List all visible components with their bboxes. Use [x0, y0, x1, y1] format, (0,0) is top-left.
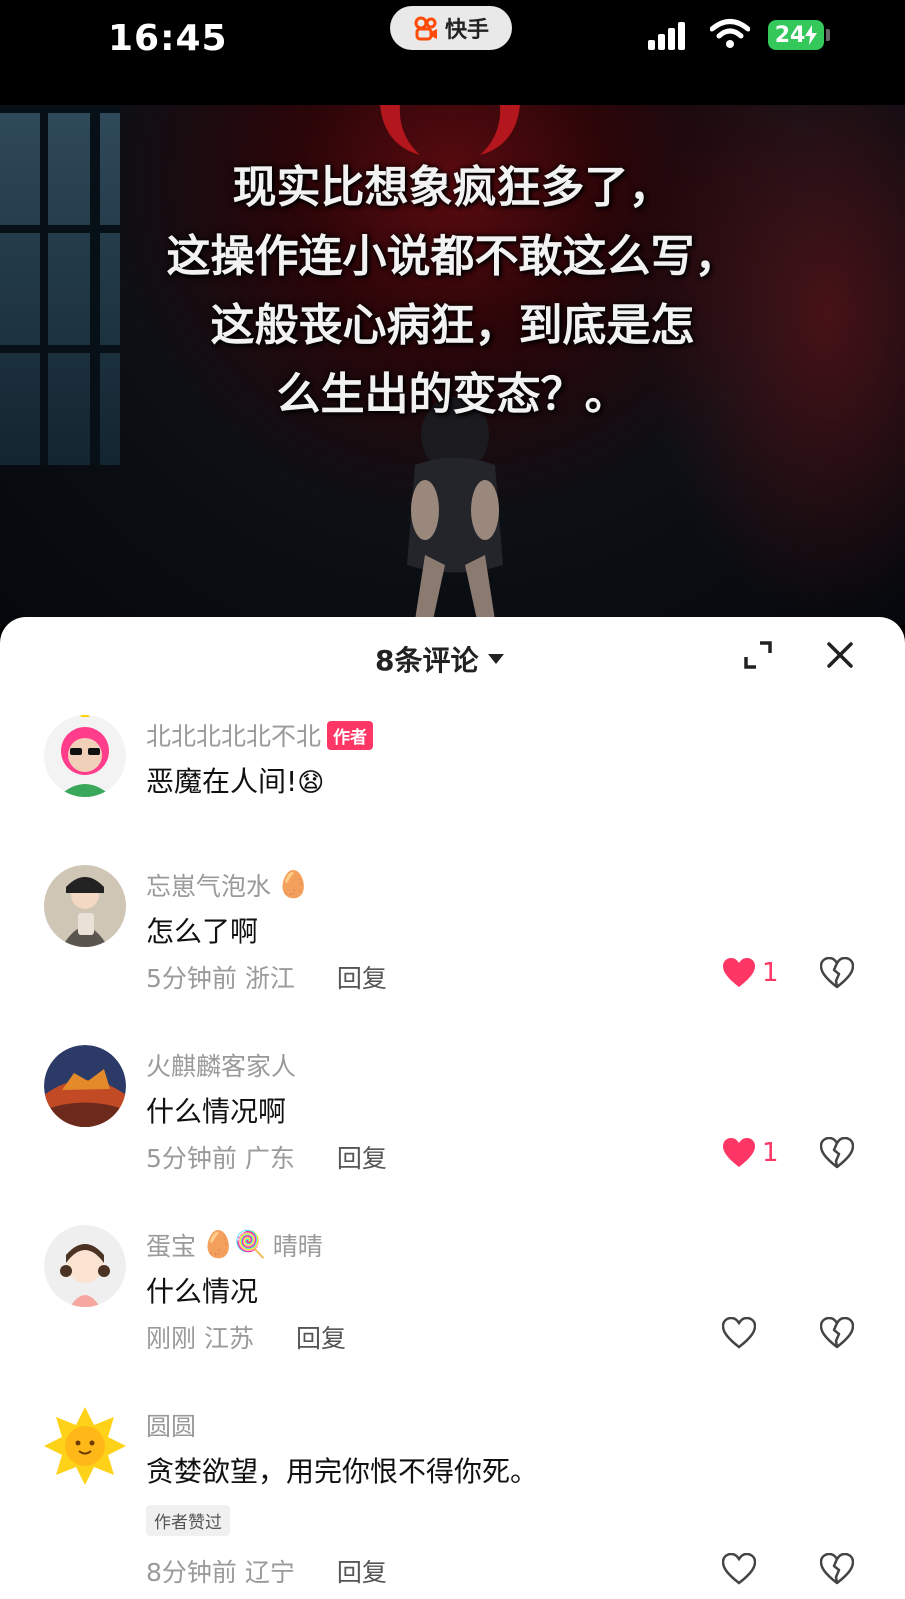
username-text: 忘崽气泡水 — [146, 872, 272, 901]
reply-button[interactable]: 回复 — [296, 1324, 346, 1353]
close-icon[interactable] — [822, 637, 858, 673]
comment-meta: 刚刚 江苏 回复 — [146, 1319, 346, 1355]
username-text: 北北北北北不北 — [146, 722, 322, 751]
signal-icon — [648, 22, 685, 50]
comment-time: 5分钟前 — [146, 964, 237, 993]
comment-item: 圆圆 贪婪欲望，用完你恨不得你死。 作者赞过 8分钟前 辽宁 回复 — [0, 1397, 905, 1599]
broken-heart-icon[interactable] — [820, 1553, 854, 1585]
headline-line: 么生出的变态？。 — [276, 369, 629, 420]
reply-button[interactable]: 回复 — [337, 1144, 387, 1173]
comment-location: 浙江 — [244, 964, 295, 993]
wifi-icon — [710, 19, 750, 48]
headline-line: 这般丧心病狂，到底是怎 — [210, 300, 695, 351]
comments-sheet: 8条评论 北北北北北不北 作者 恶魔在人间!😧 忘崽气泡水 🥚 怎么了啊 5分钟… — [0, 617, 905, 1599]
comment-emoji: 😧 — [297, 768, 325, 798]
username-text: 火麒麟客家人 — [146, 1052, 297, 1081]
heart-filled-icon — [723, 958, 755, 987]
avatar[interactable] — [44, 1405, 126, 1487]
broken-heart-icon[interactable] — [820, 1137, 854, 1169]
hero-headline: 现实比想象疯狂多了， 这操作连小说都不敢这么写， 这般丧心病狂，到底是怎 么生出… — [0, 153, 905, 429]
broken-heart-icon[interactable] — [820, 957, 854, 989]
author-liked-tag: 作者赞过 — [146, 1505, 230, 1536]
comment-count-label: 8条评论 — [375, 644, 479, 677]
comment-body: 恶魔在人间! — [146, 765, 298, 798]
comment-meta: 5分钟前 广东 回复 — [146, 1139, 387, 1175]
comment-item: 北北北北北不北 作者 恶魔在人间!😧 — [0, 707, 905, 857]
avatar[interactable] — [44, 715, 126, 797]
comment-text: 什么情况 — [146, 1275, 259, 1308]
expand-icon[interactable] — [740, 637, 776, 673]
battery-tip — [826, 29, 830, 41]
comment-time: 5分钟前 — [146, 1144, 237, 1173]
comment-username[interactable]: 圆圆 — [146, 1407, 196, 1443]
comment-text: 贪婪欲望，用完你恨不得你死。 — [146, 1455, 539, 1488]
comment-username[interactable]: 火麒麟客家人 — [146, 1047, 296, 1083]
battery-indicator: 24 — [768, 20, 824, 50]
avatar[interactable] — [44, 1045, 126, 1127]
app-indicator[interactable]: 快手 — [390, 6, 512, 50]
username-prefix: 蛋宝 — [146, 1232, 197, 1261]
comment-meta: 8分钟前 辽宁 回复 — [146, 1553, 387, 1589]
headline-line: 这操作连小说都不敢这么写， — [166, 231, 739, 282]
comment-item: 忘崽气泡水 🥚 怎么了啊 5分钟前 浙江 回复 1 — [0, 857, 905, 1037]
comment-text: 怎么了啊 — [146, 915, 259, 948]
comment-location: 辽宁 — [244, 1558, 295, 1587]
avatar[interactable] — [44, 865, 126, 947]
heart-outline-icon[interactable] — [722, 1553, 756, 1585]
status-time: 16:45 — [108, 18, 228, 59]
battery-level: 24 — [774, 22, 806, 48]
heart-outline-icon[interactable] — [722, 1317, 756, 1349]
reply-button[interactable]: 回复 — [337, 964, 387, 993]
heart-filled-icon — [723, 1138, 755, 1167]
broken-heart-icon[interactable] — [820, 1317, 854, 1349]
comment-text: 什么情况啊 — [146, 1095, 287, 1128]
comments-header: 8条评论 — [0, 617, 905, 697]
comment-location: 江苏 — [203, 1324, 254, 1353]
egg-lollipop-emoji: 🥚🍭 — [202, 1230, 267, 1260]
comment-item: 火麒麟客家人 什么情况啊 5分钟前 广东 回复 1 — [0, 1037, 905, 1217]
comment-username[interactable]: 忘崽气泡水 🥚 — [146, 867, 309, 903]
kuaishou-logo-icon — [414, 16, 437, 41]
comment-meta: 5分钟前 浙江 回复 — [146, 959, 387, 995]
comment-item: 蛋宝 🥚🍭 晴晴 什么情况 刚刚 江苏 回复 — [0, 1217, 905, 1397]
comment-username[interactable]: 蛋宝 🥚🍭 晴晴 — [146, 1227, 323, 1263]
headline-line: 现实比想象疯狂多了， — [232, 162, 673, 213]
comment-count-dropdown[interactable]: 8条评论 — [375, 639, 505, 679]
comment-time: 8分钟前 — [146, 1558, 237, 1587]
comment-time: 刚刚 — [146, 1324, 197, 1353]
crouching-figure-image — [407, 397, 503, 620]
reply-button[interactable]: 回复 — [337, 1558, 387, 1587]
video-preview[interactable]: 现实比想象疯狂多了， 这操作连小说都不敢这么写， 这般丧心病狂，到底是怎 么生出… — [0, 105, 905, 625]
like-button[interactable]: 1 — [722, 957, 779, 989]
charging-bolt-icon — [805, 25, 818, 45]
like-button[interactable]: 1 — [722, 1137, 779, 1169]
like-count: 1 — [762, 958, 779, 988]
caret-down-icon — [488, 654, 505, 664]
egg-emoji: 🥚 — [277, 870, 310, 900]
username-suffix: 晴晴 — [272, 1232, 323, 1261]
app-name: 快手 — [444, 18, 489, 43]
avatar[interactable] — [44, 1225, 126, 1307]
status-bar: 16:45 快手 24 — [0, 0, 905, 105]
like-count: 1 — [762, 1138, 779, 1168]
author-badge: 作者 — [327, 720, 374, 750]
comment-location: 广东 — [244, 1144, 295, 1173]
comment-username[interactable]: 北北北北北不北 作者 — [146, 717, 374, 753]
comment-text: 恶魔在人间!😧 — [146, 760, 324, 800]
username-text: 圆圆 — [146, 1412, 197, 1441]
